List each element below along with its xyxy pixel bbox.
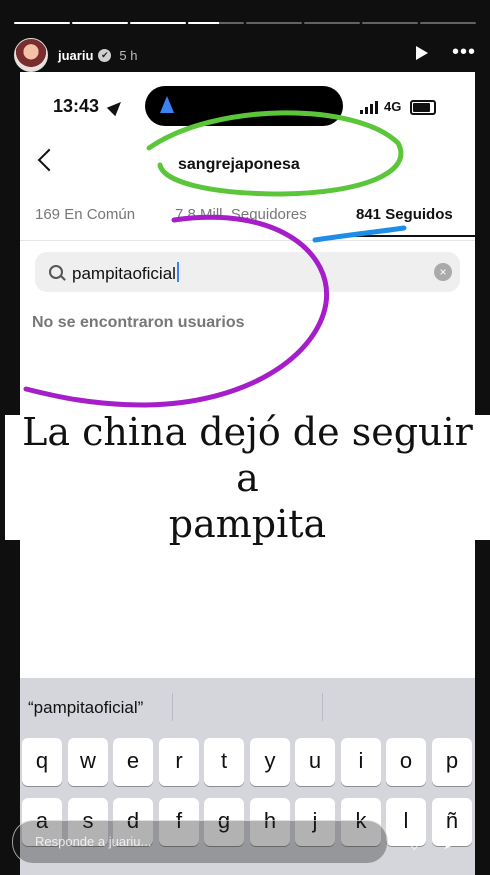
key-q[interactable]: q bbox=[22, 738, 62, 786]
profile-title: sangrejaponesa bbox=[178, 156, 300, 173]
story-frame: juariu ✔ 5 h ••• 13:43 4G sangrejaponesa… bbox=[0, 0, 490, 875]
tab-followers[interactable]: 7,8 Mill. Seguidores bbox=[175, 206, 307, 223]
key-w[interactable]: w bbox=[68, 738, 108, 786]
more-icon[interactable]: ••• bbox=[452, 41, 476, 64]
suggestion-separator bbox=[172, 693, 173, 721]
signal-icon bbox=[360, 101, 378, 114]
key-o[interactable]: o bbox=[386, 738, 426, 786]
key-p[interactable]: p bbox=[432, 738, 472, 786]
story-time: 5 h bbox=[119, 47, 138, 63]
dynamic-island bbox=[145, 86, 343, 126]
caption-line-2: pampita bbox=[168, 501, 327, 546]
send-icon[interactable]: ➤ bbox=[442, 829, 460, 855]
key-t[interactable]: t bbox=[204, 738, 244, 786]
location-arrow-icon bbox=[106, 97, 126, 117]
empty-state-text: No se encontraron usuarios bbox=[32, 314, 245, 331]
embedded-screenshot: 13:43 4G sangrejaponesa 169 En Común 7,8… bbox=[20, 72, 475, 682]
caption-line-1: La china dejó de seguir a bbox=[22, 409, 473, 500]
key-r[interactable]: r bbox=[159, 738, 199, 786]
reply-placeholder: Responde a juariu... bbox=[35, 834, 152, 849]
progress-segment bbox=[14, 22, 70, 24]
search-icon bbox=[49, 265, 63, 279]
progress-segment bbox=[420, 22, 476, 24]
progress-segment bbox=[246, 22, 302, 24]
story-progress bbox=[14, 22, 476, 24]
progress-segment bbox=[188, 22, 244, 24]
reply-input[interactable]: Responde a juariu... bbox=[12, 820, 388, 864]
tab-following[interactable]: 841 Seguidos bbox=[356, 206, 453, 223]
key-e[interactable]: e bbox=[113, 738, 153, 786]
progress-segment bbox=[362, 22, 418, 24]
status-bar: 13:43 4G bbox=[20, 84, 475, 126]
search-value[interactable]: pampitaoficial bbox=[72, 262, 179, 284]
back-icon[interactable] bbox=[37, 148, 61, 172]
key-u[interactable]: u bbox=[295, 738, 335, 786]
suggestion-text[interactable]: “pampitaoficial” bbox=[28, 698, 143, 718]
progress-segment bbox=[72, 22, 128, 24]
battery-icon bbox=[410, 100, 436, 115]
clear-icon[interactable]: × bbox=[434, 263, 452, 281]
caption-box: La china dejó de seguir a pampita bbox=[5, 410, 490, 546]
heart-icon[interactable]: ♡ bbox=[404, 829, 425, 856]
avatar[interactable] bbox=[14, 38, 48, 72]
story-header: juariu ✔ 5 h ••• bbox=[14, 38, 476, 72]
status-clock: 13:43 bbox=[53, 96, 100, 116]
key-i[interactable]: i bbox=[341, 738, 381, 786]
progress-segment bbox=[304, 22, 360, 24]
verified-badge-icon: ✔ bbox=[98, 48, 112, 62]
play-icon[interactable] bbox=[416, 46, 428, 60]
progress-segment bbox=[130, 22, 186, 24]
key-y[interactable]: y bbox=[250, 738, 290, 786]
suggestion-bar: “pampitaoficial” bbox=[20, 678, 475, 736]
suggestion-separator bbox=[322, 693, 323, 721]
navigation-arrow-icon bbox=[160, 96, 174, 113]
story-username[interactable]: juariu bbox=[58, 48, 93, 63]
active-tab-underline bbox=[343, 235, 475, 237]
tab-mutual[interactable]: 169 En Común bbox=[35, 206, 135, 223]
search-input[interactable]: pampitaoficial × bbox=[35, 252, 460, 292]
network-label: 4G bbox=[384, 99, 402, 114]
